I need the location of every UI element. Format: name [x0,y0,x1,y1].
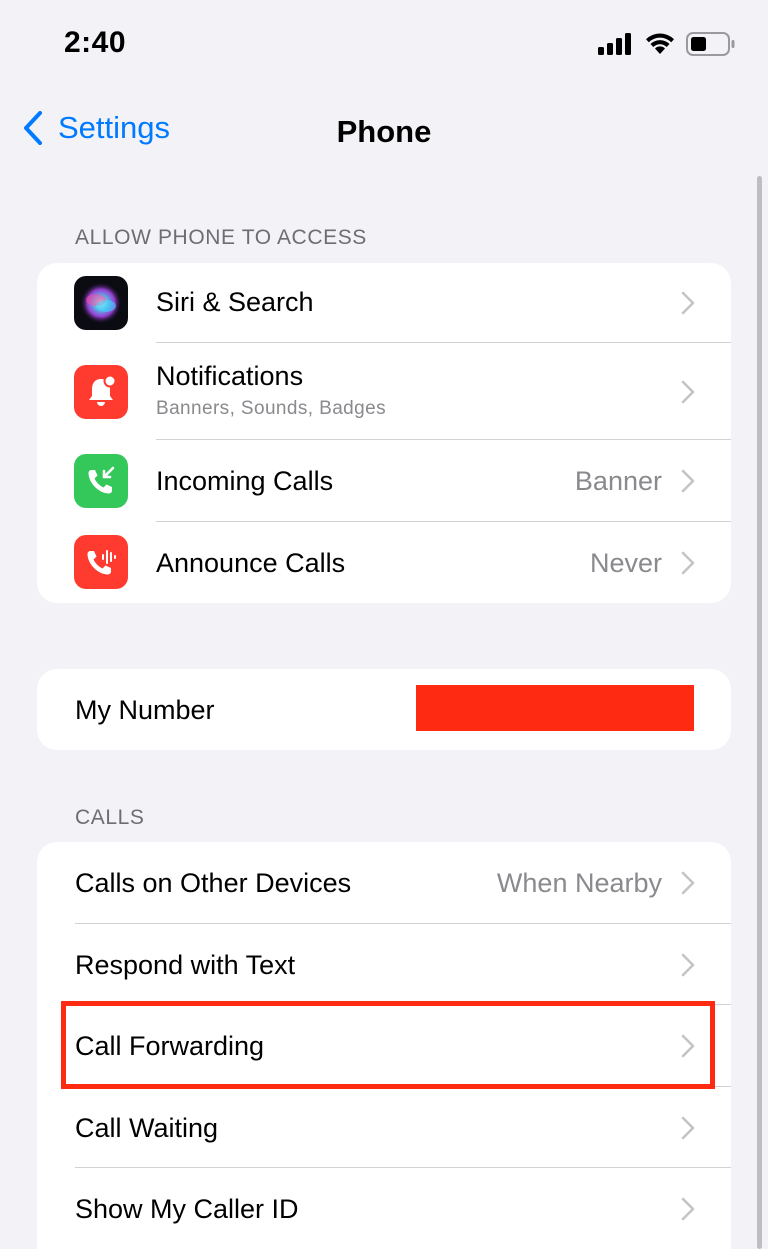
call-forwarding-row[interactable]: Call Forwarding [37,1005,731,1087]
status-time: 2:40 [64,26,127,59]
wifi-icon [646,33,674,54]
row-label-respond-with-text: Respond with Text [75,950,296,980]
chevron-right-icon [681,291,695,315]
row-label-show-my-caller-id: Show My Caller ID [75,1194,299,1224]
notifications-icon [74,365,128,419]
calls-on-other-devices-row[interactable]: Calls on Other Devices When Nearby [37,842,731,924]
access-group: Siri & Search Notifications Banners, Sou… [37,263,731,603]
redacted-phone-number [416,685,694,731]
page-title: Phone [336,114,432,149]
chevron-right-icon [681,1116,695,1140]
row-label-my-number: My Number [75,695,215,725]
row-label-call-forwarding: Call Forwarding [75,1031,265,1061]
chevron-right-icon [681,871,695,895]
cellular-signal-icon [598,33,631,55]
incoming-calls-icon [74,454,128,508]
chevron-right-icon [681,1034,695,1058]
section-header-allow-access: ALLOW PHONE TO ACCESS [75,226,367,249]
chevron-right-icon [681,380,695,404]
announce-calls-row[interactable]: Announce Calls Never [37,522,731,603]
chevron-right-icon [681,1197,695,1221]
row-label-incoming-calls: Incoming Calls [156,466,334,496]
calls-group: Calls on Other Devices When Nearby Respo… [37,842,731,1249]
row-label-calls-on-other-devices: Calls on Other Devices [75,868,352,898]
chevron-right-icon [681,469,695,493]
notifications-row[interactable]: Notifications Banners, Sounds, Badges [37,343,731,440]
my-number-group: My Number [37,669,731,750]
battery-icon [686,32,735,56]
my-number-row[interactable]: My Number [37,669,731,750]
siri-icon [74,276,128,330]
row-value-announce-calls: Never [589,548,662,578]
scroll-indicator[interactable] [757,176,762,1249]
announce-calls-icon [74,535,128,589]
navigation-bar: Settings Phone [0,96,768,166]
respond-with-text-row[interactable]: Respond with Text [37,924,731,1005]
row-value-calls-on-other-devices: When Nearby [496,868,662,898]
chevron-right-icon [681,551,695,575]
siri-search-row[interactable]: Siri & Search [37,263,731,343]
chevron-right-icon [681,953,695,977]
row-sublabel-notifications: Banners, Sounds, Badges [156,398,386,419]
row-value-incoming-calls: Banner [574,466,662,496]
row-label-call-waiting: Call Waiting [75,1113,219,1143]
row-label-siri-search: Siri & Search [156,287,314,317]
section-header-calls: CALLS [75,806,145,829]
status-bar: 2:40 [0,0,768,90]
incoming-calls-row[interactable]: Incoming Calls Banner [37,440,731,522]
row-label-announce-calls: Announce Calls [156,548,346,578]
status-icons [598,32,736,56]
call-waiting-row[interactable]: Call Waiting [37,1087,731,1168]
row-label-notifications: Notifications [156,361,304,391]
show-my-caller-id-row[interactable]: Show My Caller ID [37,1168,731,1249]
